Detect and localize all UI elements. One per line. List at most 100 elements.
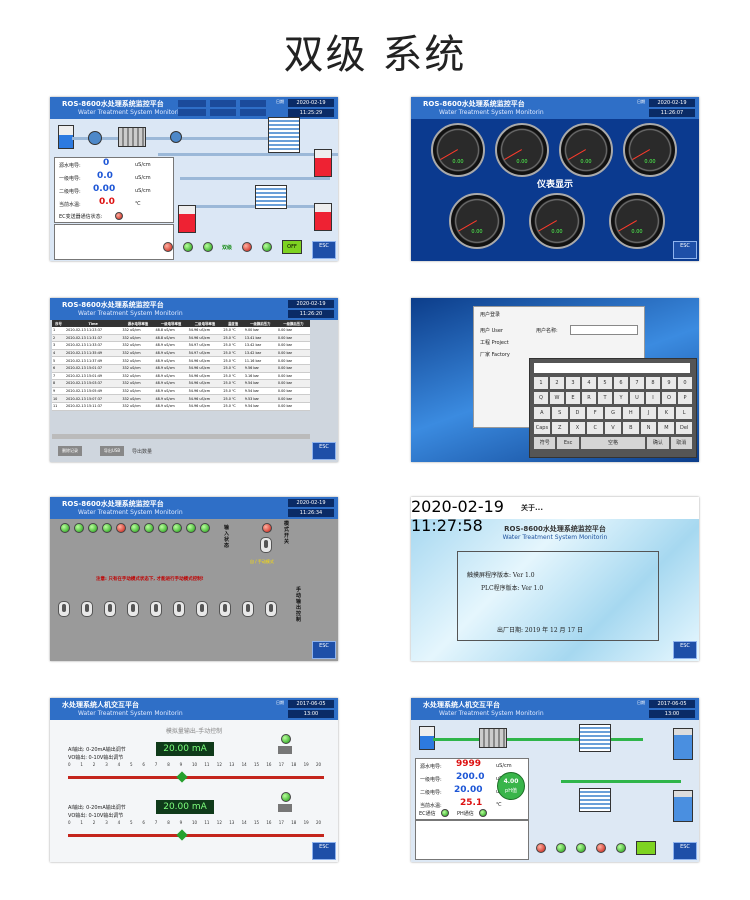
keyboard-key[interactable]: 9 <box>662 377 676 389</box>
keyboard-key[interactable]: 1 <box>534 377 548 389</box>
table-row[interactable]: 9 2020-02-13 15:05:49 332 uS/cm 48.9 uS/cm 5… <box>52 387 310 396</box>
table-row[interactable]: 7 2020-02-13 15:01:49 332 uS/cm 48.9 uS/cm 5… <box>52 372 310 381</box>
esc-button[interactable]: ESC <box>312 842 336 860</box>
mode-switch[interactable] <box>260 537 272 553</box>
keyboard-key[interactable]: J <box>640 407 657 419</box>
esc-button[interactable]: ESC <box>312 641 336 659</box>
manual-output-switch[interactable] <box>242 601 254 617</box>
manual-output-switch[interactable] <box>58 601 70 617</box>
table-row[interactable]: 3 2020-02-13 11:33:37 332 uS/cm 48.9 uS/cm 5… <box>52 341 310 350</box>
keyboard-key[interactable]: E <box>566 392 580 404</box>
project-option[interactable]: 工程 Project <box>480 339 509 346</box>
factory-option[interactable]: 厂家 Factory <box>480 351 510 358</box>
hp-pump1-button[interactable] <box>556 843 566 853</box>
esc-button[interactable]: ESC <box>673 842 697 860</box>
keyboard-key[interactable]: L <box>676 407 693 419</box>
ro-start-button[interactable] <box>242 242 252 252</box>
keyboard-key[interactable]: G <box>605 407 621 419</box>
keyboard-key[interactable]: Q <box>534 392 548 404</box>
keyboard-key[interactable]: 2 <box>550 377 564 389</box>
table-row[interactable]: 1 2020-02-13 11:23:37 332 uS/cm 48.8 uS/cm 5… <box>52 327 310 335</box>
table-scrollbar[interactable] <box>52 434 310 439</box>
keyboard-key[interactable]: 8 <box>646 377 660 389</box>
keyboard-key[interactable]: I <box>646 392 660 404</box>
keyboard-key[interactable]: S <box>551 407 568 419</box>
manual-output-switch[interactable] <box>173 601 185 617</box>
keyboard-key[interactable]: Caps <box>534 422 550 434</box>
table-row[interactable]: 2 2020-02-13 11:31:37 332 uS/cm 48.8 uS/cm 5… <box>52 334 310 343</box>
table-row[interactable]: 6 2020-02-13 15:01:37 332 uS/cm 48.9 uS/cm 5… <box>52 364 310 373</box>
manual-output-switch[interactable] <box>104 601 116 617</box>
mode-button[interactable] <box>616 843 626 853</box>
esc-button[interactable]: ESC <box>673 641 697 659</box>
esc-button[interactable]: ESC <box>673 241 697 259</box>
keyboard-key[interactable]: U <box>630 392 644 404</box>
keyboard-key[interactable]: Z <box>551 422 568 434</box>
manual-output-switch[interactable] <box>81 601 93 617</box>
keyboard-key[interactable]: C <box>587 422 604 434</box>
hp-pump1-button[interactable] <box>183 242 193 252</box>
header-title: ROS-8600水处理系统监控平台 <box>423 100 525 108</box>
dual-stage-button[interactable]: 双级 <box>222 244 232 251</box>
keyboard-key[interactable]: A <box>534 407 550 419</box>
keyboard-key[interactable]: K <box>658 407 675 419</box>
keyboard-key[interactable]: N <box>640 422 657 434</box>
keyboard-key[interactable]: T <box>598 392 612 404</box>
keyboard-key[interactable]: 5 <box>598 377 612 389</box>
keyboard-key[interactable]: O <box>662 392 676 404</box>
hp-pump2-button[interactable] <box>203 242 213 252</box>
keyboard-key[interactable]: R <box>582 392 596 404</box>
keyboard-key[interactable]: Y <box>614 392 628 404</box>
manual-output-switch[interactable] <box>150 601 162 617</box>
keyboard-key[interactable]: P <box>678 392 692 404</box>
keyboard-key[interactable]: 4 <box>582 377 596 389</box>
esc-button[interactable]: ESC <box>312 241 336 259</box>
keyboard-key[interactable]: B <box>622 422 639 434</box>
export-usb-button[interactable]: 导出USB <box>100 446 124 456</box>
raw-pump-button[interactable] <box>536 843 546 853</box>
table-row[interactable]: 11 2020-02-13 15:11:37 332 uS/cm 48.9 uS/cm… <box>52 402 310 411</box>
raw-pump-button[interactable] <box>163 242 173 252</box>
hp-pump2-button[interactable] <box>576 843 586 853</box>
keyboard-key[interactable]: 6 <box>614 377 628 389</box>
delete-records-button[interactable]: 删除记录 <box>58 446 82 456</box>
table-row[interactable]: 5 2020-02-13 11:37:49 332 uS/cm 48.9 uS/cm 5… <box>52 356 310 365</box>
output-toggle-button[interactable] <box>278 804 292 812</box>
analog-slider[interactable] <box>68 834 324 837</box>
keyboard-key[interactable]: 0 <box>678 377 692 389</box>
keyboard-key[interactable]: 3 <box>566 377 580 389</box>
keyboard-key[interactable]: 7 <box>630 377 644 389</box>
table-row[interactable]: 10 2020-02-13 15:07:37 332 uS/cm 48.9 uS/cm… <box>52 394 310 403</box>
keyboard-key[interactable]: D <box>569 407 586 419</box>
keyboard-key[interactable]: H <box>622 407 639 419</box>
output-toggle-button[interactable] <box>278 746 292 754</box>
ro-start-button[interactable] <box>596 843 606 853</box>
slider-thumb[interactable] <box>176 829 188 841</box>
keyboard-key[interactable]: Del <box>676 422 693 434</box>
keyboard-key[interactable]: V <box>605 422 621 434</box>
keyboard-key[interactable]: W <box>550 392 564 404</box>
manual-output-switch[interactable] <box>265 601 277 617</box>
keyboard-key[interactable]: 符号 <box>534 437 556 449</box>
user-option[interactable]: 用户 User <box>480 327 503 334</box>
manual-output-switch[interactable] <box>127 601 139 617</box>
esc-button[interactable]: ESC <box>312 442 336 460</box>
keyboard-input[interactable] <box>534 363 690 373</box>
manual-output-switch[interactable] <box>219 601 231 617</box>
keyboard-key[interactable]: 取消 <box>670 437 692 449</box>
keyboard-key[interactable]: Esc <box>557 437 579 449</box>
username-input[interactable] <box>570 325 638 335</box>
keyboard-key[interactable]: 空格 <box>580 437 646 449</box>
keyboard-key[interactable]: X <box>569 422 586 434</box>
slider-thumb[interactable] <box>176 771 188 783</box>
table-row[interactable]: 8 2020-02-13 15:03:37 332 uS/cm 48.9 uS/cm 5… <box>52 379 310 388</box>
off-button[interactable] <box>636 841 656 855</box>
off-button[interactable]: OFF <box>282 240 302 254</box>
analog-slider[interactable] <box>68 776 324 779</box>
keyboard-key[interactable]: M <box>658 422 675 434</box>
manual-output-switch[interactable] <box>196 601 208 617</box>
keyboard-key[interactable]: 确认 <box>647 437 669 449</box>
keyboard-key[interactable]: F <box>587 407 604 419</box>
table-row[interactable]: 4 2020-02-13 11:35:49 332 uS/cm 48.9 uS/cm 5… <box>52 349 310 358</box>
mode-button[interactable] <box>262 242 272 252</box>
